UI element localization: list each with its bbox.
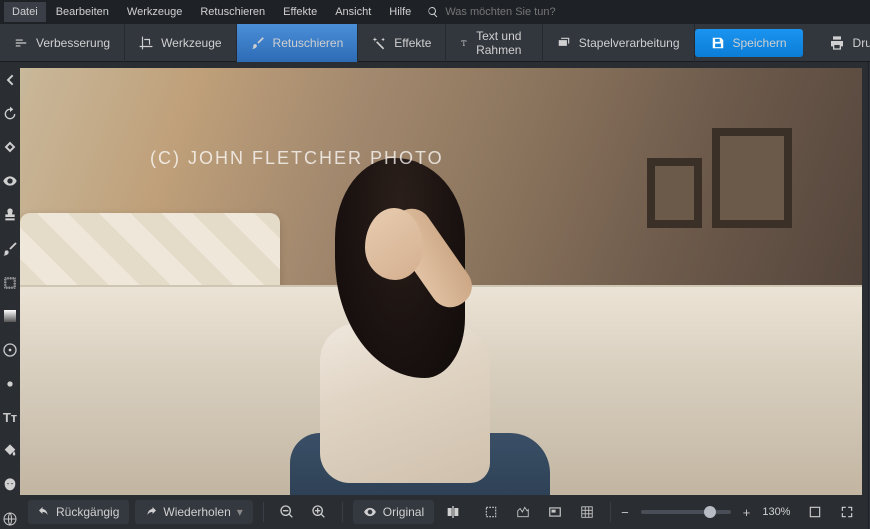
tab-effects-label: Effekte	[394, 36, 431, 50]
radial-tool-icon[interactable]	[0, 340, 20, 360]
sliders-icon	[14, 36, 28, 50]
wall-frame	[712, 128, 792, 228]
bottombar: Rückgängig Wiederholen ▾ Original −	[20, 495, 868, 529]
zoom-in-button[interactable]	[306, 499, 332, 525]
histogram-button[interactable]	[510, 499, 536, 525]
globe-tool-icon[interactable]	[0, 509, 20, 529]
zoom-minus[interactable]: −	[621, 505, 629, 520]
original-button[interactable]: Original	[353, 500, 434, 524]
save-button-label: Speichern	[733, 36, 787, 50]
menu-view[interactable]: Ansicht	[327, 2, 379, 22]
zoom-value: 130%	[762, 506, 790, 518]
redo-label: Wiederholen	[163, 505, 230, 519]
tab-enhance-label: Verbesserung	[36, 36, 110, 50]
face-tool-icon[interactable]	[0, 475, 20, 495]
original-label: Original	[383, 505, 424, 519]
toolbar: Verbesserung Werkzeuge Retuschieren Effe…	[0, 24, 870, 62]
print-button[interactable]: Drucken	[815, 35, 870, 51]
bandage-icon[interactable]	[0, 138, 20, 158]
menu-edit[interactable]: Bearbeiten	[48, 2, 117, 22]
tab-retouch-label: Retuschieren	[273, 36, 344, 50]
tab-batch[interactable]: Stapelverarbeitung	[543, 24, 695, 62]
fullscreen-button[interactable]	[834, 499, 860, 525]
crop-view-button[interactable]	[478, 499, 504, 525]
tab-retouch[interactable]: Retuschieren	[237, 24, 359, 62]
crop-icon	[139, 36, 153, 50]
undo-label: Rückgängig	[56, 505, 119, 519]
brush-tool-icon[interactable]	[0, 239, 20, 259]
brush-icon	[251, 36, 265, 50]
eye-tool-icon[interactable]	[0, 171, 20, 191]
canvas[interactable]: (C) JOHN FLETCHER PHOTO	[20, 68, 862, 495]
navigator-button[interactable]	[542, 499, 568, 525]
menubar-search	[427, 6, 585, 18]
photo: (C) JOHN FLETCHER PHOTO	[20, 68, 862, 495]
save-icon	[711, 36, 725, 50]
main: Tт (C) JOHN FLETCHER PHOTO	[0, 62, 870, 529]
tab-tools[interactable]: Werkzeuge	[125, 24, 236, 62]
zoom-out-button[interactable]	[274, 499, 300, 525]
tab-enhance[interactable]: Verbesserung	[0, 24, 125, 62]
zoom-slider[interactable]	[641, 510, 731, 514]
undo-button[interactable]: Rückgängig	[28, 500, 129, 524]
gradient-tool-icon[interactable]	[0, 306, 20, 326]
print-button-label: Drucken	[853, 36, 870, 50]
print-icon	[829, 35, 845, 51]
tab-batch-label: Stapelverarbeitung	[579, 36, 680, 50]
left-toolbar: Tт	[0, 62, 20, 529]
fit-button[interactable]	[802, 499, 828, 525]
fill-tool-icon[interactable]	[0, 442, 20, 462]
subject	[220, 153, 500, 495]
compare-button[interactable]	[440, 499, 466, 525]
search-input[interactable]	[445, 6, 585, 18]
menu-file[interactable]: Datei	[4, 2, 46, 22]
wand-icon	[372, 36, 386, 50]
grid-button[interactable]	[574, 499, 600, 525]
patch-tool-icon[interactable]	[0, 273, 20, 293]
search-icon	[427, 6, 439, 18]
text-icon	[460, 36, 468, 50]
stamp-tool-icon[interactable]	[0, 205, 20, 225]
menu-effects[interactable]: Effekte	[275, 2, 325, 22]
back-icon[interactable]	[0, 70, 20, 90]
eye-icon	[363, 505, 377, 519]
stack-icon	[557, 36, 571, 50]
redo-button[interactable]: Wiederholen ▾	[135, 500, 252, 524]
zoom-plus[interactable]: +	[743, 505, 751, 520]
menu-retouch[interactable]: Retuschieren	[192, 2, 273, 22]
tab-text-label: Text und Rahmen	[476, 29, 528, 57]
tab-text[interactable]: Text und Rahmen	[446, 24, 542, 62]
text-tool-icon[interactable]: Tт	[0, 408, 20, 428]
menu-tools[interactable]: Werkzeuge	[119, 2, 190, 22]
wall-frame	[647, 158, 702, 228]
rotate-icon[interactable]	[0, 104, 20, 124]
canvas-area: (C) JOHN FLETCHER PHOTO Rückgängig Wiede…	[20, 62, 868, 529]
menubar: Datei Bearbeiten Werkzeuge Retuschieren …	[0, 0, 870, 24]
tab-effects[interactable]: Effekte	[358, 24, 446, 62]
save-button[interactable]: Speichern	[695, 29, 803, 57]
watermark: (C) JOHN FLETCHER PHOTO	[150, 148, 444, 169]
tab-tools-label: Werkzeuge	[161, 36, 221, 50]
redo-icon	[145, 506, 157, 518]
exposure-tool-icon[interactable]	[0, 374, 20, 394]
undo-icon	[38, 506, 50, 518]
menu-help[interactable]: Hilfe	[381, 2, 419, 22]
